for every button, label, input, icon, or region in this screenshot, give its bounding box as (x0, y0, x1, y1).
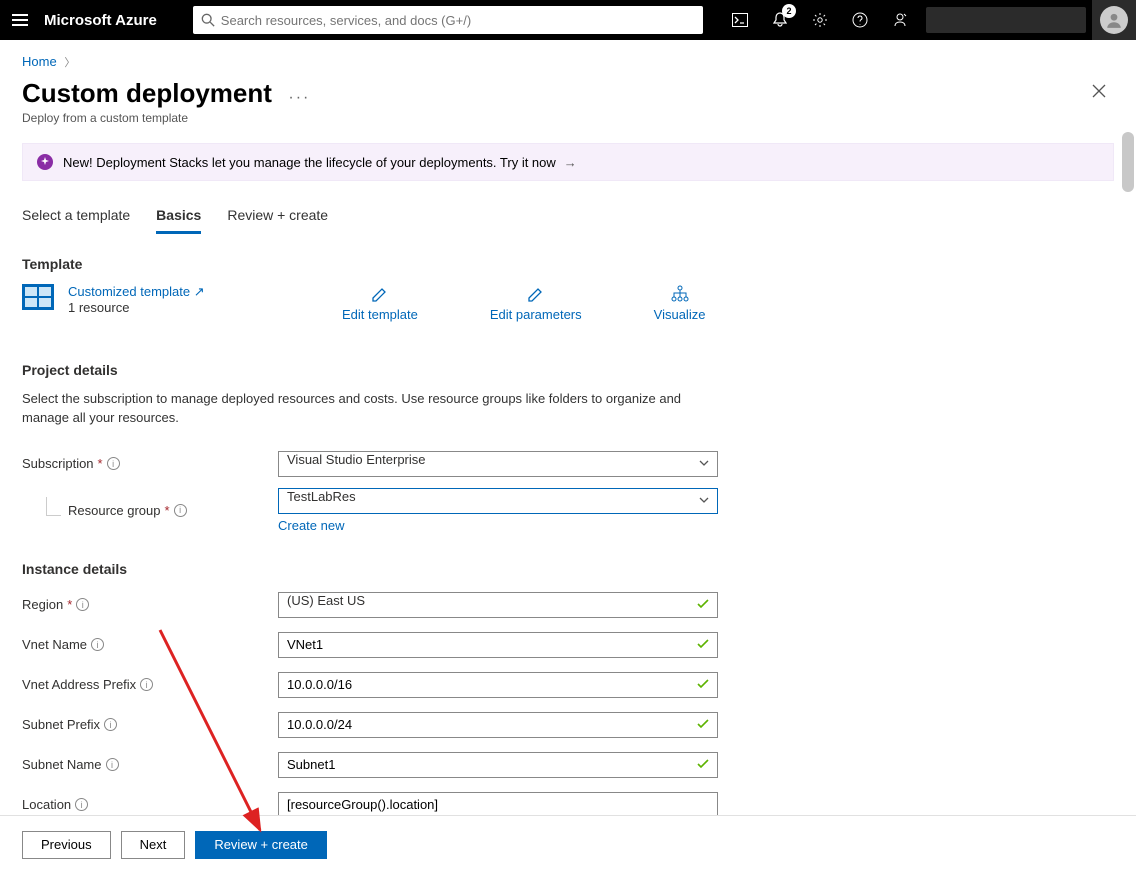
feedback-icon[interactable] (880, 0, 920, 40)
page-title: Custom deployment (22, 78, 272, 109)
info-icon[interactable]: i (106, 758, 119, 771)
notification-badge: 2 (782, 4, 796, 18)
info-icon[interactable]: i (107, 457, 120, 470)
external-link-icon: ↗ (194, 284, 205, 299)
info-banner[interactable]: New! Deployment Stacks let you manage th… (22, 143, 1114, 181)
row-region: Region * i (US) East US (22, 589, 1114, 621)
page-subtitle: Deploy from a custom template (22, 111, 1114, 125)
project-details-heading: Project details (22, 362, 1114, 378)
avatar (1100, 6, 1128, 34)
settings-icon[interactable] (800, 0, 840, 40)
info-icon[interactable]: i (140, 678, 153, 691)
row-resource-group: Resource group * i TestLabRes Create new (22, 488, 1114, 533)
avatar-wrap[interactable] (1092, 0, 1136, 40)
info-icon[interactable]: i (91, 638, 104, 651)
required-mark: * (67, 597, 72, 612)
vnet-prefix-input[interactable] (278, 672, 718, 698)
info-icon[interactable]: i (75, 798, 88, 811)
tab-basics[interactable]: Basics (156, 207, 201, 234)
search-input[interactable] (221, 13, 695, 28)
visualize-button[interactable]: Visualize (654, 285, 706, 322)
search-wrap (193, 6, 703, 34)
info-icon[interactable]: i (174, 504, 187, 517)
sparkle-icon (37, 154, 53, 170)
topbar: Microsoft Azure 2 (0, 0, 1136, 40)
check-icon (696, 597, 710, 614)
tabs: Select a template Basics Review + create (0, 181, 1136, 234)
tab-select-template[interactable]: Select a template (22, 207, 130, 234)
scrollbar-thumb[interactable] (1122, 132, 1134, 192)
row-vnet-prefix: Vnet Address Prefix i (22, 669, 1114, 701)
pencil-icon (527, 285, 545, 303)
resource-group-select[interactable]: TestLabRes (278, 488, 718, 514)
account-region[interactable] (926, 7, 1086, 33)
person-icon (1105, 11, 1123, 29)
arrow-right-icon: → (564, 155, 577, 170)
info-icon[interactable]: i (76, 598, 89, 611)
next-button[interactable]: Next (121, 831, 186, 859)
template-actions: Edit template Edit parameters Visualize (342, 285, 1114, 322)
check-icon (696, 677, 710, 694)
footer: Previous Next Review + create (0, 815, 1136, 873)
subnet-name-input[interactable] (278, 752, 718, 778)
resource-group-label: Resource group (68, 503, 161, 518)
search-icon (201, 13, 215, 27)
info-icon[interactable]: i (104, 718, 117, 731)
search-box[interactable] (193, 6, 703, 34)
check-icon (696, 637, 710, 654)
required-mark: * (98, 456, 103, 471)
hamburger-menu[interactable] (0, 0, 40, 40)
instance-details-heading: Instance details (22, 561, 1114, 577)
vnet-prefix-label: Vnet Address Prefix (22, 677, 136, 692)
vnet-name-label: Vnet Name (22, 637, 87, 652)
breadcrumb: Home 〉 (0, 40, 1136, 78)
tab-review-create[interactable]: Review + create (227, 207, 328, 234)
create-new-rg-link[interactable]: Create new (278, 518, 344, 533)
project-details-help: Select the subscription to manage deploy… (22, 390, 722, 428)
required-mark: * (165, 503, 170, 518)
subnet-prefix-label: Subnet Prefix (22, 717, 100, 732)
check-icon (696, 757, 710, 774)
close-icon (1092, 84, 1106, 98)
notifications-icon[interactable]: 2 (760, 0, 800, 40)
brand-label[interactable]: Microsoft Azure (40, 12, 173, 29)
region-label: Region (22, 597, 63, 612)
breadcrumb-home[interactable]: Home (22, 54, 57, 69)
review-create-button[interactable]: Review + create (195, 831, 327, 859)
chevron-right-icon: 〉 (64, 57, 75, 69)
template-heading: Template (22, 256, 1114, 272)
subnet-prefix-input[interactable] (278, 712, 718, 738)
template-resource-count: 1 resource (68, 300, 205, 315)
hierarchy-icon (670, 285, 690, 303)
customized-template-link[interactable]: Customized template ↗ (68, 284, 205, 299)
location-input[interactable] (278, 792, 718, 818)
hamburger-icon (12, 14, 28, 26)
title-area: Custom deployment ··· Deploy from a cust… (0, 78, 1136, 135)
edit-parameters-button[interactable]: Edit parameters (490, 285, 582, 322)
cloud-shell-icon[interactable] (720, 0, 760, 40)
row-vnet-name: Vnet Name i (22, 629, 1114, 661)
topbar-right: 2 (720, 0, 1136, 40)
edit-template-button[interactable]: Edit template (342, 285, 418, 322)
vnet-name-input[interactable] (278, 632, 718, 658)
subscription-label: Subscription (22, 456, 94, 471)
row-subscription: Subscription * i Visual Studio Enterpris… (22, 448, 1114, 480)
content: Template Customized template ↗ 1 resourc… (0, 234, 1136, 824)
template-grid-icon (22, 284, 54, 310)
row-subnet-prefix: Subnet Prefix i (22, 709, 1114, 741)
previous-button[interactable]: Previous (22, 831, 111, 859)
pencil-icon (371, 285, 389, 303)
row-subnet-name: Subnet Name i (22, 749, 1114, 781)
location-label: Location (22, 797, 71, 812)
check-icon (696, 717, 710, 734)
banner-text: New! Deployment Stacks let you manage th… (63, 155, 556, 170)
close-blade[interactable] (1092, 84, 1106, 103)
subscription-select[interactable]: Visual Studio Enterprise (278, 451, 718, 477)
more-actions[interactable]: ··· (288, 89, 310, 107)
region-select[interactable]: (US) East US (278, 592, 718, 618)
help-icon[interactable] (840, 0, 880, 40)
subnet-name-label: Subnet Name (22, 757, 102, 772)
